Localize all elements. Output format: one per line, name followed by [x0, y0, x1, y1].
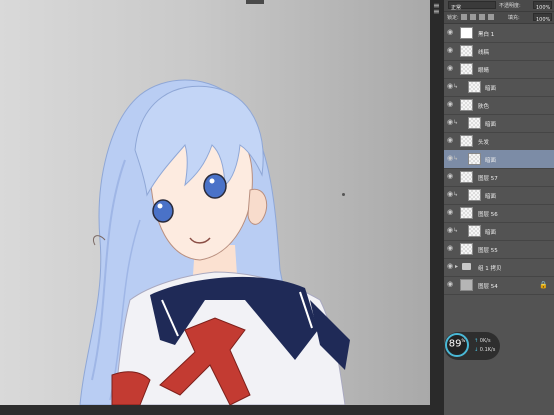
blend-mode-row: 正常 不透明度: 100%: [444, 0, 554, 12]
layer-name[interactable]: 图层 54: [478, 282, 498, 290]
layer-thumbnail[interactable]: [468, 189, 481, 201]
opacity-label: 不透明度:: [499, 3, 521, 9]
layer-row[interactable]: ◉ 图层 54 🔒: [444, 276, 554, 295]
lock-position-icon[interactable]: [479, 14, 485, 20]
layer-row[interactable]: ◉ ▸ 组 1 拷贝: [444, 258, 554, 277]
lock-label: 锁定:: [447, 15, 459, 21]
layer-thumbnail[interactable]: [460, 63, 473, 75]
cpu-percent-value: 89: [448, 338, 462, 350]
layer-row[interactable]: ◉ 图层 56: [444, 204, 554, 223]
opacity-input[interactable]: 100%: [533, 1, 552, 11]
clipping-mask-icon: ↳: [453, 155, 459, 162]
layer-name[interactable]: 暗面: [485, 156, 496, 164]
download-arrow-icon: ↓: [474, 347, 479, 353]
layer-thumbnail[interactable]: [460, 171, 473, 183]
lock-row: 锁定: 填充: 100%: [444, 12, 554, 24]
layer-name[interactable]: 眼睛: [478, 66, 489, 74]
fill-label: 填充:: [508, 15, 520, 21]
layer-thumbnail[interactable]: [460, 207, 473, 219]
layer-name[interactable]: 线稿: [478, 48, 489, 56]
lock-pixels-icon[interactable]: [470, 14, 476, 20]
visibility-eye-icon[interactable]: ◉: [447, 137, 454, 144]
adjustment-mask-thumbnail[interactable]: [460, 27, 473, 39]
layer-row[interactable]: ◉ ↳ 暗面: [444, 186, 554, 205]
layer-row[interactable]: ◉ 眼睛: [444, 60, 554, 79]
clipping-mask-icon: ↳: [453, 119, 459, 126]
layer-row[interactable]: ◉ 图层 57: [444, 168, 554, 187]
layer-name[interactable]: 组 1 拷贝: [478, 264, 502, 272]
visibility-eye-icon[interactable]: ◉: [447, 263, 454, 270]
collapsed-panel-strip[interactable]: ≡ ≡: [430, 0, 444, 415]
layer-thumbnail[interactable]: [460, 279, 473, 291]
layer-thumbnail[interactable]: [460, 99, 473, 111]
layer-name[interactable]: 暗面: [485, 192, 496, 200]
blend-mode-select[interactable]: 正常: [448, 1, 496, 11]
lock-icon: 🔒: [539, 281, 548, 289]
download-value: 0.1K/s: [479, 347, 496, 353]
layer-thumbnail[interactable]: [468, 225, 481, 237]
clipping-mask-icon: ↳: [453, 83, 459, 90]
layer-row[interactable]: ◉ ↳ 暗面: [444, 150, 554, 169]
fill-input[interactable]: 100%: [533, 13, 552, 23]
visibility-eye-icon[interactable]: ◉: [447, 101, 454, 108]
layer-name[interactable]: 暗面: [485, 228, 496, 236]
upload-arrow-icon: ↑: [474, 338, 479, 344]
lock-transparent-icon[interactable]: [461, 14, 467, 20]
layer-row[interactable]: ◉ 线稿: [444, 42, 554, 61]
layer-row[interactable]: ◉ ↳ 暗面: [444, 78, 554, 97]
performance-monitor-widget[interactable]: 89% ↑ 0K/s ↓ 0.1K/s: [444, 332, 500, 360]
upload-speed: ↑ 0K/s: [474, 338, 491, 344]
grip-icon[interactable]: ≡ ≡: [433, 2, 441, 16]
cpu-percent: 89%: [446, 338, 468, 349]
opacity-value: 100%: [536, 5, 551, 11]
layer-thumbnail[interactable]: [468, 81, 481, 93]
lock-all-icon[interactable]: [488, 14, 494, 20]
folder-icon: [462, 263, 471, 270]
cpu-percent-unit: %: [461, 338, 466, 343]
layer-name[interactable]: 黑白 1: [478, 30, 494, 38]
layer-name[interactable]: 肤色: [478, 102, 489, 110]
expand-group-icon[interactable]: ▸: [455, 263, 458, 270]
layer-row[interactable]: ◉ ↳ 暗面: [444, 222, 554, 241]
layer-thumbnail[interactable]: [468, 117, 481, 129]
visibility-eye-icon[interactable]: ◉: [447, 29, 454, 36]
layer-row[interactable]: ◉ 图层 55: [444, 240, 554, 259]
layer-row[interactable]: ◉ 头发: [444, 132, 554, 151]
layer-row[interactable]: ◉ 黑白 1: [444, 24, 554, 43]
visibility-eye-icon[interactable]: ◉: [447, 245, 454, 252]
layer-list: ◉ 黑白 1 ◉ 线稿 ◉ 眼睛 ◉ ↳ 暗面 ◉ 肤色 ◉ ↳ 暗面 ◉ 头发 ◉ ↳ 暗面 ◉ 图层 57 ◉ ↳ 暗面 ◉…: [444, 24, 554, 295]
layer-name[interactable]: 图层 57: [478, 174, 498, 182]
layer-row[interactable]: ◉ ↳ 暗面: [444, 114, 554, 133]
download-speed: ↓ 0.1K/s: [474, 347, 495, 353]
visibility-eye-icon[interactable]: ◉: [447, 209, 454, 216]
layer-thumbnail[interactable]: [460, 45, 473, 57]
anime-girl-illustration: [79, 79, 350, 406]
layer-name[interactable]: 暗面: [485, 120, 496, 128]
upload-value: 0K/s: [479, 338, 491, 344]
canvas-area[interactable]: [0, 0, 430, 415]
clipping-mask-icon: ↳: [453, 227, 459, 234]
clipping-mask-icon: ↳: [453, 191, 459, 198]
layer-thumbnail[interactable]: [460, 243, 473, 255]
canvas-bottom-edge: [0, 405, 430, 415]
visibility-eye-icon[interactable]: ◉: [447, 173, 454, 180]
visibility-eye-icon[interactable]: ◉: [447, 65, 454, 72]
brush-cursor: [342, 193, 345, 196]
layer-row[interactable]: ◉ 肤色: [444, 96, 554, 115]
visibility-eye-icon[interactable]: ◉: [447, 47, 454, 54]
layer-thumbnail[interactable]: [460, 135, 473, 147]
layer-name[interactable]: 暗面: [485, 84, 496, 92]
layer-name[interactable]: 图层 56: [478, 210, 498, 218]
layer-name[interactable]: 头发: [478, 138, 489, 146]
fill-value: 100%: [536, 17, 551, 23]
layer-name[interactable]: 图层 55: [478, 246, 498, 254]
layer-thumbnail[interactable]: [468, 153, 481, 165]
blend-mode-value: 正常: [451, 5, 462, 11]
visibility-eye-icon[interactable]: ◉: [447, 281, 454, 288]
